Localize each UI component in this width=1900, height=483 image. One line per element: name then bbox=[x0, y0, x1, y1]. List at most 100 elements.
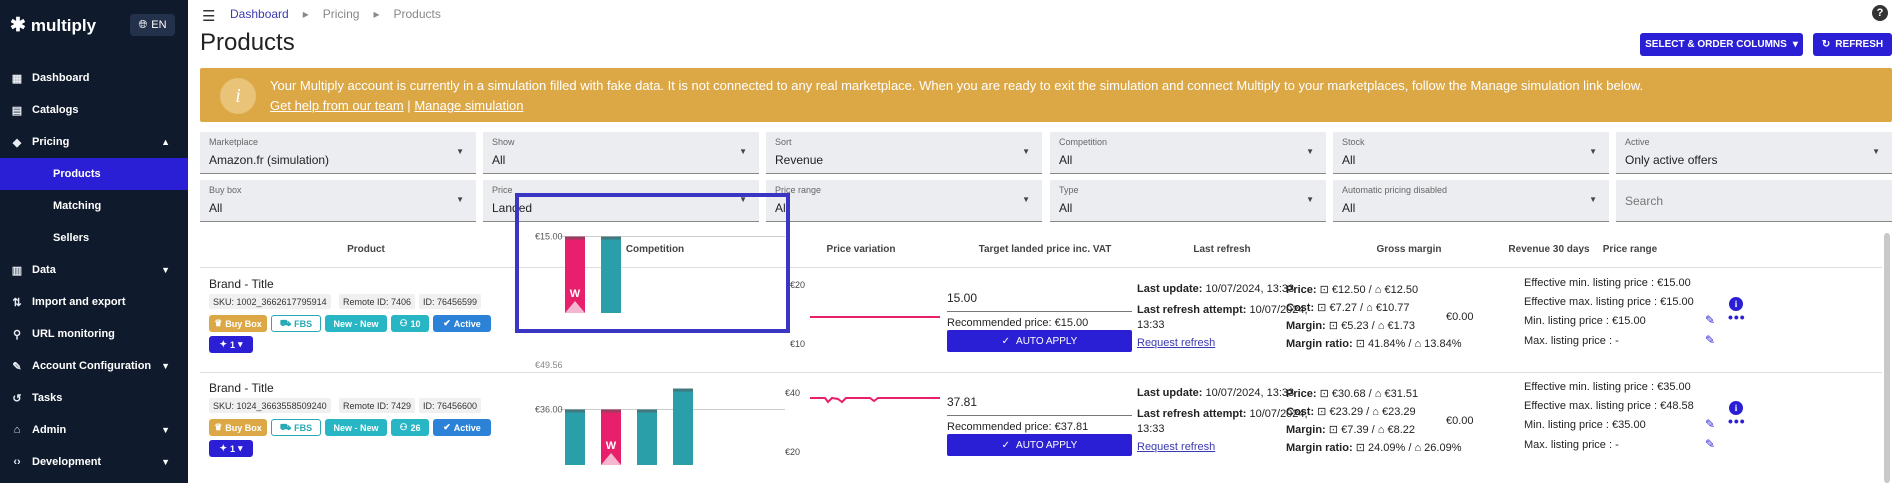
product-title[interactable]: Brand - Title bbox=[209, 277, 274, 291]
competitor-bar bbox=[601, 236, 621, 313]
auto-apply-button[interactable]: ✓ AUTO APPLY bbox=[947, 434, 1132, 456]
sidebar-item-label: Sellers bbox=[53, 232, 90, 244]
margin-ratio-value-2: 13.84% bbox=[1424, 338, 1462, 350]
filter-price-range[interactable]: Price range All ▼ bbox=[766, 180, 1042, 222]
column-header-gross-margin[interactable]: Gross margin bbox=[1376, 244, 1441, 255]
filter-type[interactable]: Type All ▼ bbox=[1050, 180, 1326, 222]
get-help-link[interactable]: Get help from our team bbox=[270, 98, 404, 113]
sidebar-item-matching[interactable]: Matching bbox=[0, 190, 188, 222]
home-icon: ⌂ bbox=[1377, 320, 1385, 332]
more-actions-icon[interactable]: ••• bbox=[1728, 309, 1746, 325]
breadcrumb-pricing[interactable]: Pricing bbox=[323, 7, 360, 21]
sidebar-item-label: Catalogs bbox=[32, 104, 79, 116]
dropdown-arrow-icon: ▼ bbox=[739, 147, 747, 156]
sidebar-item-products[interactable]: Products bbox=[0, 158, 188, 190]
logo[interactable]: ✱ multiply bbox=[10, 14, 96, 37]
margin-price-value: €30.68 / bbox=[1331, 388, 1375, 400]
filter-buy-box[interactable]: Buy box All ▼ bbox=[200, 180, 476, 222]
vertical-scrollbar[interactable] bbox=[1884, 233, 1890, 483]
filter-competition[interactable]: Competition All ▼ bbox=[1050, 132, 1326, 174]
auto-apply-button[interactable]: ✓ AUTO APPLY bbox=[947, 330, 1132, 352]
refresh-button[interactable]: ↻ REFRESH bbox=[1813, 33, 1892, 56]
last-attempt-label: Last refresh attempt: bbox=[1137, 408, 1247, 420]
chevron-down-icon: ▼ bbox=[161, 361, 170, 371]
edit-max-price-icon[interactable]: ✎ bbox=[1705, 437, 1715, 451]
search-input[interactable]: Search bbox=[1616, 180, 1892, 222]
sidebar-item-tasks[interactable]: ↺ Tasks bbox=[0, 382, 188, 414]
target-price-value[interactable]: 15.00 bbox=[947, 291, 977, 305]
price-variation-sparkline[interactable] bbox=[810, 273, 940, 353]
tag-icon: ✦ bbox=[219, 443, 227, 453]
sidebar-item-label: URL monitoring bbox=[32, 328, 115, 340]
last-update: Last update: 10/07/2024, 13:33 bbox=[1137, 283, 1294, 295]
edit-max-price-icon[interactable]: ✎ bbox=[1705, 333, 1715, 347]
target-price-underline bbox=[947, 311, 1132, 312]
manage-simulation-link[interactable]: Manage simulation bbox=[414, 98, 523, 113]
sidebar-item-sellers[interactable]: Sellers bbox=[0, 222, 188, 254]
variants-dropdown-button[interactable]: ✦ 1 ▾ bbox=[209, 440, 253, 457]
help-icon[interactable]: ? bbox=[1872, 5, 1888, 21]
column-header-revenue-30-days[interactable]: Revenue 30 days bbox=[1508, 244, 1589, 255]
sidebar-item-account-configuration[interactable]: ✎ Account Configuration ▼ bbox=[0, 350, 188, 382]
link-icon: ⚲ bbox=[12, 328, 22, 341]
margin-ratio-label: Margin ratio: bbox=[1286, 338, 1353, 350]
auto-apply-label: AUTO APPLY bbox=[1016, 439, 1078, 451]
variants-dropdown-button[interactable]: ✦ 1 ▾ bbox=[209, 336, 253, 353]
target-price-value[interactable]: 37.81 bbox=[947, 395, 977, 409]
bag-icon: ⊡ bbox=[1355, 442, 1365, 454]
column-header-target-price[interactable]: Target landed price inc. VAT bbox=[979, 244, 1112, 255]
column-header-price-range[interactable]: Price range bbox=[1603, 244, 1657, 255]
filter-stock[interactable]: Stock All ▼ bbox=[1333, 132, 1609, 174]
buy-box-winner-mark: W bbox=[606, 440, 617, 452]
dropdown-arrow-icon: ▼ bbox=[1022, 195, 1030, 204]
sidebar-item-admin[interactable]: ⌂ Admin ▼ bbox=[0, 414, 188, 446]
column-header-last-refresh[interactable]: Last refresh bbox=[1193, 244, 1250, 255]
language-selector[interactable]: 🌐︎ EN bbox=[130, 14, 175, 36]
filter-marketplace[interactable]: Marketplace Amazon.fr (simulation) ▼ bbox=[200, 132, 476, 174]
edit-min-price-icon[interactable]: ✎ bbox=[1705, 417, 1715, 431]
sidebar-item-dashboard[interactable]: ▦ Dashboard bbox=[0, 62, 188, 94]
sidebar-item-catalogs[interactable]: ▤ Catalogs bbox=[0, 94, 188, 126]
filter-sort[interactable]: Sort Revenue ▼ bbox=[766, 132, 1042, 174]
select-order-columns-button[interactable]: SELECT & ORDER COLUMNS ▾ bbox=[1640, 33, 1803, 56]
sidebar-item-label: Admin bbox=[32, 424, 67, 436]
dropdown-arrow-icon: ▼ bbox=[1306, 147, 1314, 156]
import-export-icon: ⇅ bbox=[12, 296, 22, 309]
margin-amount: Margin: ⊡ €5.23 / ⌂ €1.73 bbox=[1286, 319, 1415, 332]
effective-min-price: Effective min. listing price : €15.00 bbox=[1524, 277, 1691, 289]
fbs-label: FBS bbox=[294, 318, 313, 329]
offers-count-tag: ⚇ 26 bbox=[391, 419, 429, 436]
competition-chart[interactable]: €36.00 €49.56 W bbox=[535, 360, 785, 470]
banner-separator: | bbox=[407, 98, 411, 113]
sidebar: ✱ multiply 🌐︎ EN ▦ Dashboard ▤ Catalogs ◆ P… bbox=[0, 0, 188, 483]
min-listing-label: Min. listing price : bbox=[1524, 419, 1609, 431]
last-attempt-label: Last refresh attempt: bbox=[1137, 304, 1247, 316]
price-reference-label: €36.00 bbox=[535, 404, 563, 414]
request-refresh-link[interactable]: Request refresh bbox=[1137, 337, 1215, 349]
sidebar-item-pricing[interactable]: ◆ Pricing ▲ bbox=[0, 126, 188, 158]
sidebar-item-development[interactable]: ‹› Development ▼ bbox=[0, 446, 188, 478]
column-header-product[interactable]: Product bbox=[347, 244, 385, 255]
filter-value: All bbox=[209, 201, 223, 215]
filter-automatic-pricing-disabled[interactable]: Automatic pricing disabled All ▼ bbox=[1333, 180, 1609, 222]
margin-cost: Cost: ⊡ €7.27 / ⌂ €10.77 bbox=[1286, 301, 1410, 314]
menu-toggle-icon[interactable]: ☰ bbox=[202, 7, 215, 25]
breadcrumb-dashboard[interactable]: Dashboard bbox=[230, 7, 289, 21]
sidebar-item-data[interactable]: ▥ Data ▼ bbox=[0, 254, 188, 286]
filter-show[interactable]: Show All ▼ bbox=[483, 132, 759, 174]
sidebar-item-import-export[interactable]: ⇅ Import and export bbox=[0, 286, 188, 318]
min-listing-price: Min. listing price : €15.00 bbox=[1524, 315, 1646, 327]
filter-active[interactable]: Active Only active offers ▼ bbox=[1616, 132, 1892, 174]
price-variation-sparkline[interactable] bbox=[810, 393, 940, 413]
margin-cost-value-2: €10.77 bbox=[1375, 302, 1410, 314]
check-icon: ✔ bbox=[443, 422, 451, 432]
edit-min-price-icon[interactable]: ✎ bbox=[1705, 313, 1715, 327]
sidebar-item-url-monitoring[interactable]: ⚲ URL monitoring bbox=[0, 318, 188, 350]
sidebar-item-label: Dashboard bbox=[32, 72, 90, 84]
request-refresh-link[interactable]: Request refresh bbox=[1137, 441, 1215, 453]
product-title[interactable]: Brand - Title bbox=[209, 381, 274, 395]
more-actions-icon[interactable]: ••• bbox=[1728, 413, 1746, 429]
column-header-price-variation[interactable]: Price variation bbox=[827, 244, 896, 255]
bar-cap bbox=[601, 409, 621, 413]
competition-chart[interactable]: €15.00 W bbox=[535, 223, 785, 318]
